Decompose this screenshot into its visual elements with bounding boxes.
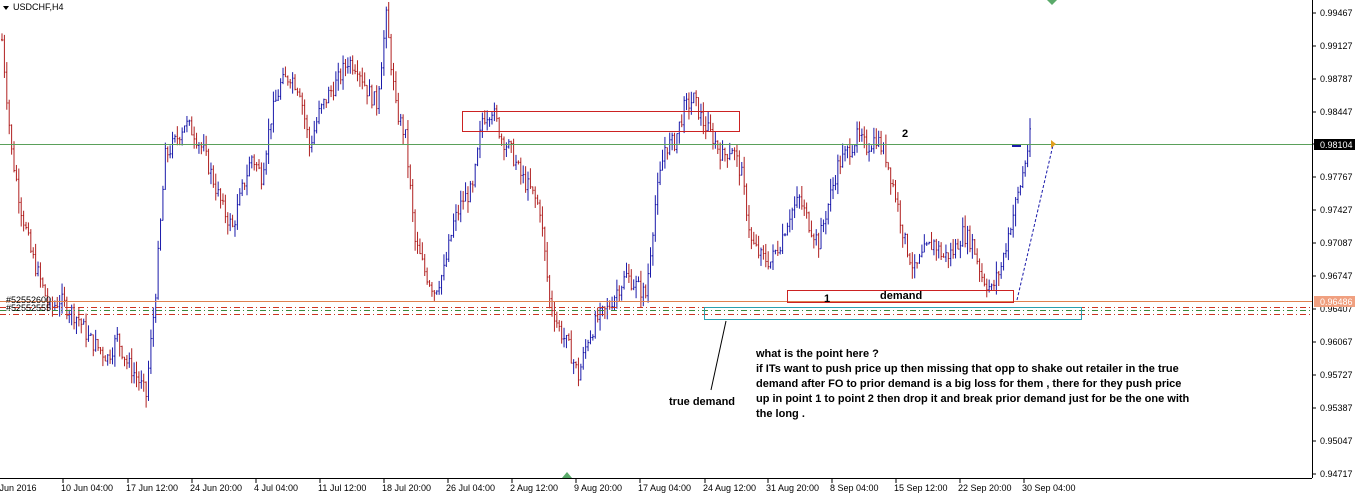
true-demand-zone-box[interactable]: [704, 307, 1082, 320]
chart-title: USDCHF,H4: [3, 2, 64, 12]
point-2-label: 2: [902, 128, 908, 140]
dropdown-triangle-icon[interactable]: [3, 6, 9, 10]
time-tick-label: 22 Sep 20:00: [958, 483, 1012, 493]
note-line-3: demand after FO to prior demand is a big…: [756, 378, 1181, 390]
time-tick-label: 26 Jul 04:00: [446, 483, 495, 493]
time-tick-label: 18 Jul 20:00: [382, 483, 431, 493]
true-demand-pointer: [710, 320, 727, 391]
note-line-2: if ITs want to push price up then missin…: [756, 363, 1179, 375]
price-tick-label: 0.96067: [1320, 337, 1353, 347]
time-tick-label: 4 Jul 04:00: [254, 483, 298, 493]
symbol-title: USDCHF,H4: [13, 2, 64, 12]
candlestick-series: [1, 1, 1031, 408]
time-tick-label: 2 Jun 2016: [0, 483, 37, 493]
price-tick-label: 0.99127: [1320, 41, 1353, 51]
time-tick-label: 8 Sep 04:00: [830, 483, 879, 493]
time-tick-label: 2 Aug 12:00: [510, 483, 558, 493]
time-tick-label: 10 Jun 04:00: [61, 483, 113, 493]
bid-price-tag-text: 0.96486: [1320, 297, 1353, 307]
price-tick-label: 0.97767: [1320, 172, 1353, 182]
price-tick-label: 0.95047: [1320, 436, 1353, 446]
time-tick-label: 9 Aug 20:00: [574, 483, 622, 493]
price-chart[interactable]: 0.99467 0.99127 0.98787 0.98447 0.98104 0.977…: [0, 0, 1355, 500]
time-tick-label: 17 Jun 12:00: [126, 483, 178, 493]
time-tick-label: 30 Sep 04:00: [1022, 483, 1076, 493]
time-tick-label: 24 Aug 12:00: [703, 483, 756, 493]
time-tick-label: 17 Aug 04:00: [638, 483, 691, 493]
time-tick-label: 11 Jul 12:00: [318, 483, 366, 493]
note-line-4: up in point 1 to point 2 then drop it an…: [756, 393, 1190, 405]
period-separator-bottom-icon: [562, 472, 572, 478]
time-axis: 2 Jun 2016 10 Jun 04:00 17 Jun 12:00 24 Jun…: [0, 478, 1076, 493]
time-tick-label: 15 Sep 12:00: [894, 483, 948, 493]
price-tick-label: 0.94717: [1320, 469, 1353, 479]
price-tick-label: 0.98447: [1320, 107, 1353, 117]
price-tick-label: 0.96747: [1320, 271, 1353, 281]
supply-zone-box[interactable]: [462, 111, 740, 132]
note-line-5: the long .: [756, 408, 805, 420]
time-tick-label: 24 Jun 20:00: [190, 483, 242, 493]
price-tick-label: 0.95727: [1320, 370, 1353, 380]
time-tick-label: 31 Aug 20:00: [766, 483, 819, 493]
price-tick-label: 0.95387: [1320, 403, 1353, 413]
period-separator-top-icon: [1047, 0, 1057, 5]
true-demand-label: true demand: [669, 396, 735, 408]
current-price-tag-text: 0.98104: [1320, 140, 1353, 150]
point-1-label: 1: [824, 293, 830, 305]
zone-boxes: [462, 0, 1082, 478]
order-label-2: #52552555: [6, 303, 51, 313]
price-tick-label: 0.97427: [1320, 205, 1353, 215]
annotations: 2 1 demand true demand what is the point…: [6, 128, 1190, 420]
price-tick-label: 0.99467: [1320, 8, 1353, 18]
price-tick-label: 0.98787: [1320, 74, 1353, 84]
note-line-1: what is the point here ?: [755, 348, 879, 360]
level-lines: [0, 144, 1312, 315]
price-tick-label: 0.97087: [1320, 238, 1353, 248]
arrow-head-icon: [1051, 140, 1056, 148]
demand-zone-label: demand: [880, 290, 922, 302]
